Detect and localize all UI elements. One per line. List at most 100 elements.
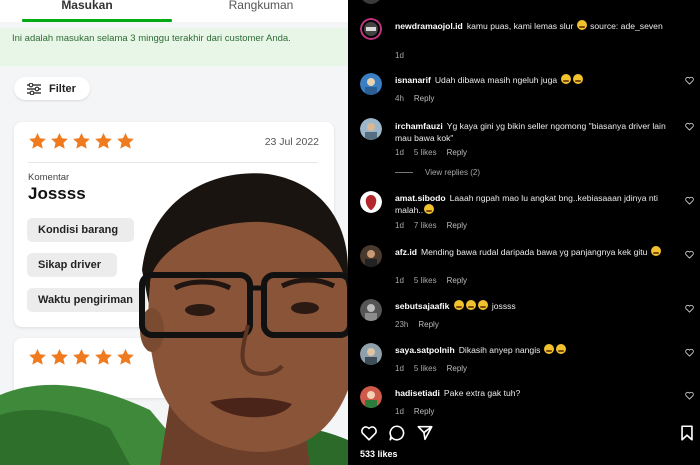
post-action-bar (348, 420, 700, 446)
like-heart-icon[interactable] (685, 304, 694, 313)
like-heart-icon[interactable] (685, 76, 694, 85)
filter-icon (27, 82, 41, 95)
reply-button[interactable]: Reply (447, 221, 467, 230)
feedback-panel: Masukan Rangkuman Ini adalah masukan sel… (0, 0, 348, 465)
avatar[interactable] (360, 386, 382, 408)
comment-time: 1d (395, 276, 404, 285)
feedback-date: 23 Jul 2022 (264, 136, 319, 148)
comment-meta: 1d (395, 51, 404, 60)
comment-username[interactable]: newdramaojol.id (395, 21, 463, 31)
reply-button[interactable]: Reply (447, 276, 467, 285)
heart-icon[interactable] (360, 424, 378, 442)
like-heart-icon[interactable] (685, 196, 694, 205)
comment-username[interactable]: sebutsajaafik (395, 301, 449, 311)
comment-text: Dikasih anyep nangis (458, 345, 541, 355)
divider (395, 172, 413, 173)
laugh-emoji (466, 300, 477, 310)
comment-username[interactable]: afz.id (395, 247, 417, 257)
laugh-emoji (454, 300, 465, 310)
filter-label: Filter (49, 82, 76, 95)
comment-body: isnanarif Udah dibawa masih ngeluh juga (395, 74, 680, 86)
avatar[interactable] (360, 191, 382, 213)
like-heart-icon[interactable] (685, 391, 694, 400)
comment-likes: 5 likes (413, 364, 437, 373)
comment-body: amat.sibodo Laaah ngpah mao lu angkat bng… (395, 192, 680, 216)
comment-meta: 1d Reply (395, 407, 434, 416)
avatar[interactable] (360, 245, 382, 267)
comment-meta: 4h Reply (395, 94, 434, 103)
avatar[interactable] (360, 118, 382, 140)
comment-body: hadisetiadi Pake extra gak tuh? (395, 387, 680, 399)
comment-body: irchamfauzi Yg kaya gini yg bikin seller … (395, 120, 680, 144)
comment-meta: 1d 7 likes Reply (395, 221, 467, 230)
comment-time: 1d (395, 148, 404, 157)
avatar (360, 0, 382, 4)
likes-count[interactable]: 533 likes (360, 449, 398, 459)
star-icon (73, 132, 90, 149)
comment-username[interactable]: saya.satpolnih (395, 345, 455, 355)
comment-meta: 1d 5 likes Reply (395, 148, 467, 157)
comment-icon[interactable] (388, 424, 406, 442)
comment-meta: 23h Reply (395, 320, 439, 329)
info-notice: Ini adalah masukan selama 3 minggu terak… (0, 28, 348, 66)
comment-text: Udah dibawa masih ngeluh juga (434, 75, 558, 85)
active-tab-indicator (22, 19, 172, 22)
comment-time: 1d (395, 51, 404, 60)
comment-body: afz.id Mending bawa rudal daripada bawa y… (395, 246, 680, 258)
laugh-emoji (572, 74, 583, 84)
comment-time: 23h (395, 320, 409, 329)
comment-likes: 5 likes (413, 148, 437, 157)
comment-username[interactable]: hadisetiadi (395, 388, 440, 398)
reply-button[interactable]: Reply (447, 364, 467, 373)
star-icon (95, 132, 112, 149)
share-icon[interactable] (416, 424, 434, 442)
comment-time: 4h (395, 94, 404, 103)
filter-button[interactable]: Filter (14, 77, 90, 100)
comment-username[interactable]: isnanarif (395, 75, 431, 85)
avatar[interactable] (360, 18, 382, 40)
laugh-emoji (478, 300, 489, 310)
sad-emoji (576, 20, 587, 30)
bookmark-icon[interactable] (678, 424, 696, 442)
webcam-person-image (0, 173, 348, 465)
comment-time: 1d (395, 407, 404, 416)
comment-body: saya.satpolnih Dikasih anyep nangis (395, 344, 680, 356)
laugh-emoji (543, 344, 554, 354)
comment-time: 1d (395, 221, 404, 230)
star-icon (29, 132, 46, 149)
view-replies-label: View replies (2) (425, 168, 480, 177)
comment-meta: 1d 5 likes Reply (395, 276, 467, 285)
laugh-emoji (560, 74, 571, 84)
comment-likes: 5 likes (413, 276, 437, 285)
view-replies-button[interactable]: View replies (2) (395, 168, 480, 177)
comment-text: Mending bawa rudal daripada bawa yg panj… (420, 247, 648, 257)
avatar[interactable] (360, 299, 382, 321)
avatar[interactable] (360, 73, 382, 95)
comment-body: sebutsajaafik jossss (395, 300, 680, 312)
comment-body: newdramaojol.id kamu puas, kami lemas slu… (395, 20, 680, 32)
comment-text: kamu puas, kami lemas slur (466, 21, 574, 31)
reply-button[interactable]: Reply (418, 320, 438, 329)
comment-likes: 7 likes (413, 221, 437, 230)
like-heart-icon[interactable] (685, 122, 694, 131)
laugh-emoji (424, 204, 435, 214)
comment-text-after: jossss (489, 301, 516, 311)
comment-meta: 1d 5 likes Reply (395, 364, 467, 373)
comment-text: Pake extra gak tuh? (443, 388, 521, 398)
tab-bar: Masukan Rangkuman (0, 0, 348, 22)
reply-button[interactable]: Reply (447, 148, 467, 157)
comment-text-after: source: ade_seven (587, 21, 663, 31)
like-heart-icon[interactable] (685, 250, 694, 259)
star-rating (28, 132, 135, 150)
reply-button[interactable]: Reply (414, 94, 434, 103)
reply-button[interactable]: Reply (414, 407, 434, 416)
tab-rangkuman[interactable]: Rangkuman (174, 0, 348, 22)
comment-time: 1d (395, 364, 404, 373)
star-icon (51, 132, 68, 149)
avatar[interactable] (360, 343, 382, 365)
laugh-emoji (555, 344, 566, 354)
star-icon (117, 132, 134, 149)
comment-username[interactable]: irchamfauzi (395, 121, 443, 131)
like-heart-icon[interactable] (685, 348, 694, 357)
comment-username[interactable]: amat.sibodo (395, 193, 446, 203)
